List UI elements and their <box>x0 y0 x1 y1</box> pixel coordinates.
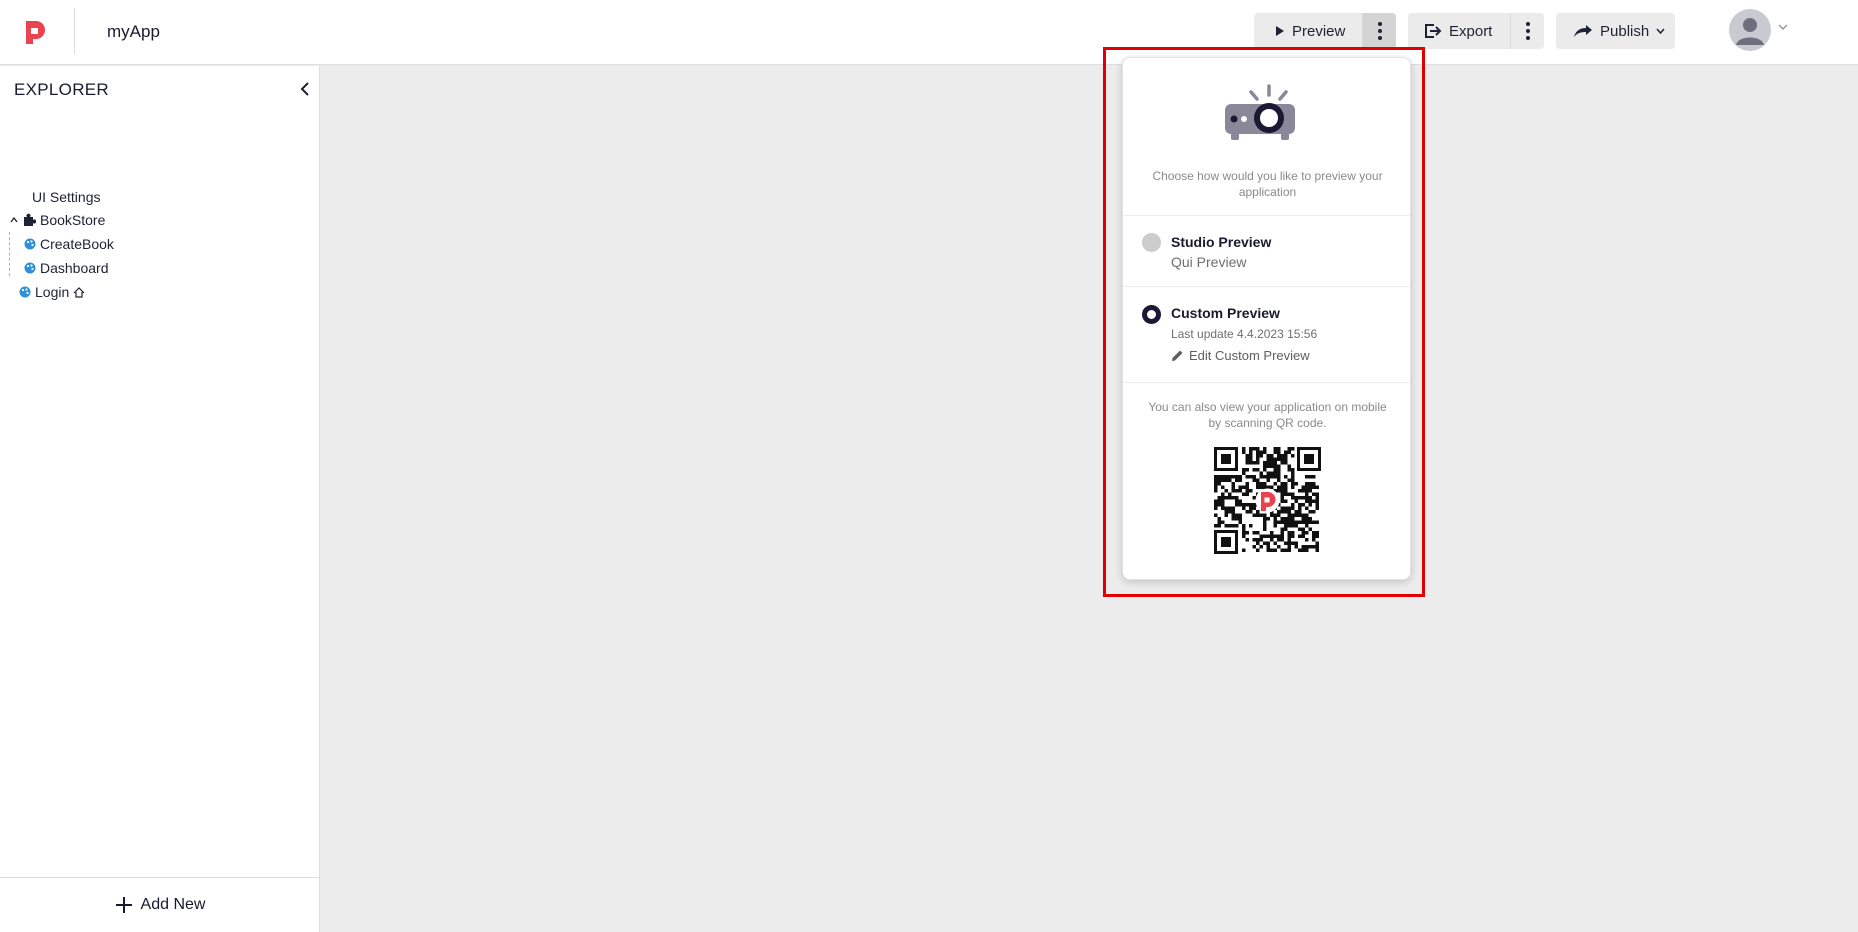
tree-item-label: UI Settings <box>32 189 101 205</box>
palette-icon <box>24 238 36 250</box>
preview-button[interactable]: Preview <box>1254 13 1362 49</box>
custom-preview-option[interactable]: Custom Preview Last update 4.4.2023 15:5… <box>1123 287 1410 383</box>
tree-item-bookstore[interactable]: BookStore <box>10 209 105 231</box>
app-title: myApp <box>107 22 160 41</box>
publish-button-group: Publish <box>1556 13 1675 49</box>
add-new-button[interactable]: Add New <box>0 877 320 932</box>
tree-item-label: Login <box>35 284 70 300</box>
preview-button-label: Preview <box>1292 22 1346 40</box>
puzzle-icon <box>24 213 36 226</box>
publish-button[interactable]: Publish <box>1556 13 1675 49</box>
add-new-label: Add New <box>140 896 206 913</box>
last-update-text: Last update 4.4.2023 15:56 <box>1171 327 1318 341</box>
preview-more-button[interactable] <box>1362 13 1396 49</box>
mobile-qr-note: You can also view your application on mo… <box>1148 400 1387 430</box>
studio-preview-option[interactable]: Studio Preview Qui Preview <box>1123 216 1410 287</box>
app-logo-icon[interactable] <box>22 18 48 44</box>
plus-icon <box>115 897 132 913</box>
qr-code[interactable] <box>1214 447 1321 554</box>
edit-custom-preview-label: Edit Custom Preview <box>1189 348 1310 363</box>
pencil-icon <box>1172 350 1183 361</box>
option-title: Studio Preview <box>1171 234 1272 250</box>
tree-item-login[interactable]: Login <box>19 281 85 303</box>
preview-options-popover: Choose how would you like to preview you… <box>1122 57 1411 580</box>
tree-item-ui-settings[interactable]: UI Settings <box>32 186 100 208</box>
tree-item-createbook[interactable]: CreateBook <box>24 233 114 255</box>
more-vertical-icon <box>1377 22 1382 40</box>
chevron-down-icon <box>1656 28 1665 34</box>
tree-guide-line <box>9 232 10 276</box>
popover-header: Choose how would you like to preview you… <box>1123 58 1410 216</box>
home-icon <box>73 286 85 298</box>
export-more-button[interactable] <box>1510 13 1544 49</box>
user-avatar[interactable] <box>1729 9 1771 51</box>
publish-share-icon <box>1574 25 1592 37</box>
option-subtitle: Qui Preview <box>1171 254 1247 270</box>
tree-item-label: BookStore <box>40 212 106 228</box>
preview-button-group: Preview <box>1254 13 1396 49</box>
option-title: Custom Preview <box>1171 305 1280 321</box>
chevron-down-icon[interactable] <box>1778 24 1788 31</box>
user-icon <box>1736 18 1764 45</box>
custom-preview-radio[interactable] <box>1142 305 1161 324</box>
explorer-sidebar: EXPLORER UI Settings BookStore CreateBoo… <box>0 66 320 932</box>
publish-button-label: Publish <box>1600 22 1650 40</box>
export-icon <box>1425 24 1442 38</box>
tree-item-label: CreateBook <box>40 236 114 252</box>
explorer-title: EXPLORER <box>14 80 109 99</box>
studio-preview-radio[interactable] <box>1142 233 1161 252</box>
palette-icon <box>19 286 31 298</box>
more-vertical-icon <box>1525 22 1530 40</box>
header-divider <box>74 8 75 54</box>
export-button[interactable]: Export <box>1408 13 1510 49</box>
tree-item-label: Dashboard <box>40 260 109 276</box>
projector-icon <box>1225 84 1295 140</box>
top-bar: myApp Preview Export Publish <box>0 0 1858 65</box>
play-icon <box>1276 26 1284 36</box>
popover-description: Choose how would you like to preview you… <box>1152 169 1383 199</box>
tree-item-dashboard[interactable]: Dashboard <box>24 257 109 279</box>
chevron-up-icon[interactable] <box>10 217 18 223</box>
chevron-left-icon[interactable] <box>296 79 314 99</box>
export-button-group: Export <box>1408 13 1544 49</box>
palette-icon <box>24 262 36 274</box>
export-button-label: Export <box>1449 22 1493 40</box>
edit-custom-preview-link[interactable]: Edit Custom Preview <box>1171 348 1310 363</box>
